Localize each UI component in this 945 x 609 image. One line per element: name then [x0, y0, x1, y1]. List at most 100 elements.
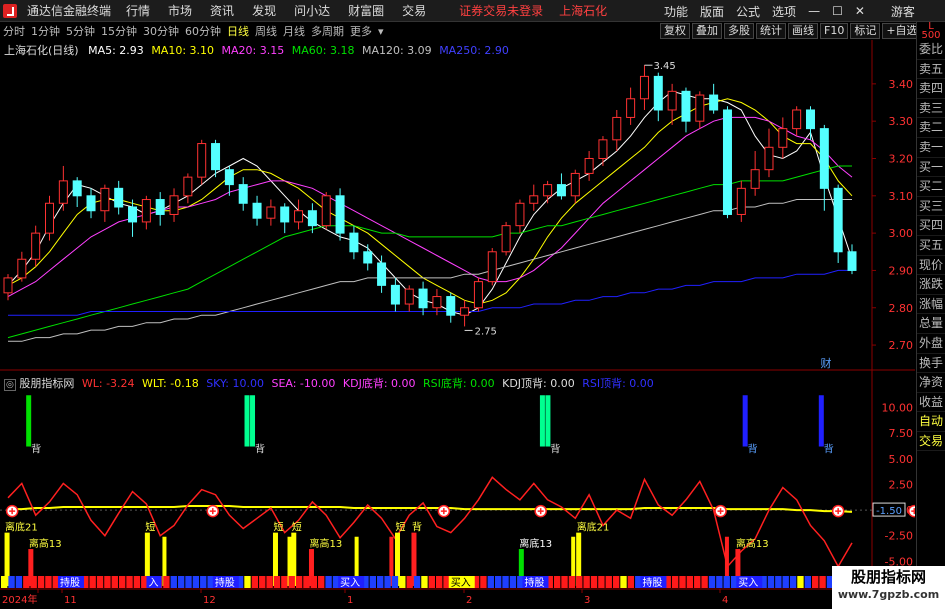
menu-banmian[interactable]: 版面 — [694, 3, 730, 20]
holding-cell — [701, 576, 708, 588]
user-label[interactable]: 游客 — [885, 3, 921, 20]
legend-ma5: MA5: 2.93 — [88, 44, 144, 57]
holding-cell — [797, 576, 804, 588]
period-fenshi[interactable]: 分时 — [0, 23, 28, 39]
minimize-button[interactable]: — — [802, 4, 826, 18]
menu-faxian[interactable]: 发现 — [243, 2, 285, 19]
period-monthly[interactable]: 月线 — [280, 23, 308, 39]
menu-wenxiaoda[interactable]: 问小达 — [285, 2, 339, 19]
sidebar-auto[interactable]: 自动 — [917, 412, 945, 432]
period-15min[interactable]: 15分钟 — [98, 23, 140, 39]
chevron-down-icon[interactable]: ▾ — [375, 25, 387, 38]
bottom-signal-label: 短 — [145, 521, 155, 534]
holding-cell — [671, 576, 679, 588]
candle-body — [722, 109, 732, 215]
candle-body — [17, 258, 27, 279]
menu-jiaoyi[interactable]: 交易 — [393, 2, 435, 19]
holding-cell — [509, 576, 517, 588]
candle-body — [280, 206, 290, 223]
candle-body — [584, 157, 594, 174]
holding-cell — [251, 576, 259, 588]
period-60min[interactable]: 60分钟 — [182, 23, 224, 39]
period-30min[interactable]: 30分钟 — [140, 23, 182, 39]
holding-cell — [23, 576, 30, 588]
candle-body — [155, 199, 165, 215]
sidebar-sell5[interactable]: 卖五 — [917, 60, 945, 80]
date-axis-label: 11 — [64, 595, 77, 606]
menu-gongneng[interactable]: 功能 — [658, 3, 694, 20]
tool-f10[interactable]: F10 — [820, 23, 849, 39]
sidebar-netasset[interactable]: 净资 — [917, 373, 945, 393]
main-legend: 上海石化(日线) MA5: 2.93 MA10: 3.10 MA20: 3.15… — [4, 42, 509, 58]
login-notice[interactable]: 证券交易未登录 — [453, 2, 549, 19]
sidebar-eps[interactable]: 收益 — [917, 393, 945, 413]
candle-body — [612, 116, 622, 141]
period-more[interactable]: 更多 — [347, 23, 375, 39]
period-5min[interactable]: 5分钟 — [63, 23, 98, 39]
period-daily[interactable]: 日线 — [224, 23, 252, 39]
candle-body — [321, 195, 331, 227]
sidebar-sell4[interactable]: 卖四 — [917, 79, 945, 99]
candle-body — [681, 90, 691, 122]
menu-zixun[interactable]: 资讯 — [201, 2, 243, 19]
holding-label: 持股 — [642, 576, 662, 589]
holding-cell — [775, 576, 782, 588]
sidebar-outer[interactable]: 外盘 — [917, 334, 945, 354]
sidebar-trade[interactable]: 交易 — [917, 432, 945, 452]
menu-shichang[interactable]: 市场 — [159, 2, 201, 19]
holding-cell — [605, 576, 612, 588]
candle-body — [58, 180, 68, 204]
chart-area[interactable]: 3.40 3.30 3.20 3.10 3.00 2.90 2.80 2.70 3.45 2.75… — [0, 40, 921, 609]
quote-sidebar: 委比 卖五 卖四 卖三 卖二 卖一 买一 买二 买三 买四 买五 现价 涨跌 涨… — [916, 40, 945, 609]
sidebar-price[interactable]: 现价 — [917, 256, 945, 276]
menu-gongshi[interactable]: 公式 — [730, 3, 766, 20]
candle-body — [128, 206, 138, 223]
candle-body — [197, 143, 207, 178]
holding-cell — [767, 576, 775, 588]
menu-hangqing[interactable]: 行情 — [117, 2, 159, 19]
menu-caifuquan[interactable]: 财富圈 — [339, 2, 393, 19]
sub-tick-label: 2.50 — [889, 478, 914, 491]
candle-body — [349, 232, 359, 253]
sidebar-buy1[interactable]: 买一 — [917, 158, 945, 178]
sidebar-sell1[interactable]: 卖一 — [917, 138, 945, 158]
sidebar-turnover[interactable]: 换手 — [917, 354, 945, 374]
tool-diejia[interactable]: 叠加 — [692, 23, 722, 39]
candle-body — [639, 75, 649, 100]
sidebar-buy5[interactable]: 买五 — [917, 236, 945, 256]
holding-label: 买入 — [738, 577, 758, 589]
period-multi[interactable]: 多周期 — [308, 23, 347, 39]
holding-cell — [369, 576, 377, 588]
sidebar-buy3[interactable]: 买三 — [917, 197, 945, 217]
sidebar-volume[interactable]: 总量 — [917, 314, 945, 334]
sub-tick-label: 10.00 — [882, 402, 914, 415]
ma-line-ma250 — [8, 269, 852, 316]
holding-cell — [384, 576, 391, 588]
menu-xuanxiang[interactable]: 选项 — [766, 3, 802, 20]
sub-settings-icon[interactable]: ◎ — [4, 379, 16, 391]
sidebar-change-pct[interactable]: 涨幅 — [917, 295, 945, 315]
sidebar-buy4[interactable]: 买四 — [917, 216, 945, 236]
candle-body — [114, 187, 124, 208]
period-1min[interactable]: 1分钟 — [28, 23, 63, 39]
candle-body — [446, 296, 456, 316]
tool-tongji[interactable]: 统计 — [756, 23, 786, 39]
sidebar-change[interactable]: 涨跌 — [917, 275, 945, 295]
period-weekly[interactable]: 周线 — [252, 23, 280, 39]
tool-biaoji[interactable]: 标记 — [850, 23, 881, 39]
tool-duogu[interactable]: 多股 — [724, 23, 754, 39]
sidebar-weibi[interactable]: 委比 — [917, 40, 945, 60]
cai-marker: 财 — [821, 356, 832, 370]
maximize-button[interactable]: ☐ — [826, 4, 849, 18]
sidebar-sell3[interactable]: 卖三 — [917, 99, 945, 119]
sidebar-buy2[interactable]: 买二 — [917, 177, 945, 197]
kline-chart-svg[interactable]: 3.40 3.30 3.20 3.10 3.00 2.90 2.80 2.70 3.45 2.75… — [0, 40, 921, 609]
bottom-signal-label: 离底13 — [519, 537, 552, 550]
sidebar-sell2[interactable]: 卖二 — [917, 118, 945, 138]
candle-body — [432, 296, 442, 309]
holding-cell — [118, 576, 126, 588]
close-button[interactable]: ✕ — [849, 4, 871, 18]
tool-fuquan[interactable]: 复权 — [660, 23, 690, 39]
tool-huaxian[interactable]: 画线 — [788, 23, 818, 39]
level-box[interactable]: L 500 — [916, 22, 945, 41]
